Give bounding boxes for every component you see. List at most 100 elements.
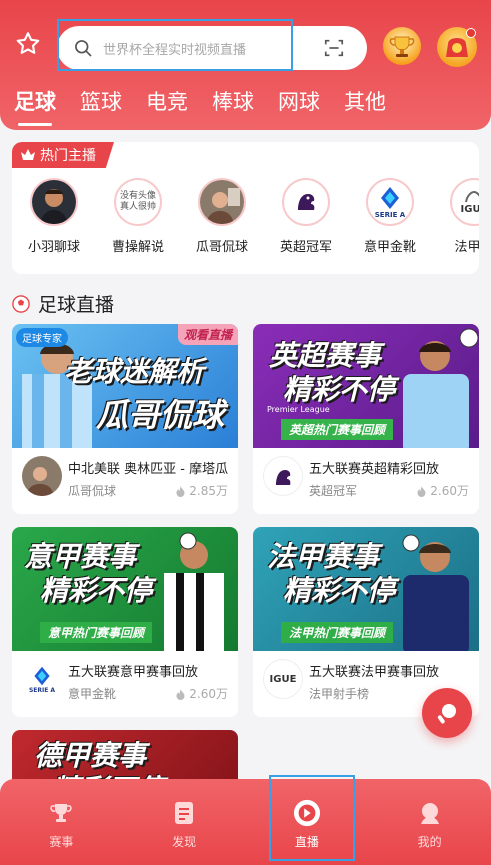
- host-avatar: SERIE A: [22, 659, 62, 699]
- tab-esports[interactable]: 电竞: [146, 86, 188, 116]
- notification-dot: [466, 28, 476, 38]
- nav-label: 发现: [172, 835, 197, 849]
- streamer-name: 英超冠军: [279, 240, 332, 255]
- whistle-icon: [437, 704, 456, 724]
- floating-whistle-button[interactable]: [422, 688, 472, 738]
- lucky-bag-icon[interactable]: [437, 27, 477, 67]
- premier-league-logo-icon: [276, 470, 291, 485]
- scan-icon[interactable]: [323, 37, 345, 59]
- tab-other[interactable]: 其他: [344, 86, 386, 116]
- video-info: SERIE A 五大联赛意甲赛事回放 意甲金靴 2.60万: [12, 651, 238, 717]
- expert-label: 足球专家: [16, 328, 68, 347]
- video-card[interactable]: 英超赛事 精彩不停 英超热门赛事回顾 Premier League 五大联赛英超…: [253, 324, 479, 514]
- view-count: 2.60万: [175, 685, 228, 702]
- thumb-strip: 英超热门赛事回顾: [281, 419, 394, 440]
- video-thumbnail[interactable]: 意甲赛事 精彩不停 意甲热门赛事回顾: [12, 527, 238, 651]
- tab-baseball[interactable]: 棒球: [212, 86, 254, 116]
- video-title: 五大联赛法甲赛事回放: [309, 665, 440, 680]
- avatar: [282, 178, 330, 226]
- fire-icon: [176, 485, 185, 497]
- search-icon: [75, 40, 92, 57]
- profile-nav-icon: [416, 799, 444, 827]
- hot-streamers-card: 热门主播 小羽聊球 没有头像 真人很帅 曹操解说 瓜哥侃球 英超冠军 SERIE…: [12, 142, 479, 274]
- streamer-item[interactable]: 瓜哥侃球: [180, 178, 264, 255]
- view-count: 2.85万: [175, 482, 228, 499]
- avatar: 没有头像 真人很帅: [114, 178, 162, 226]
- video-thumbnail[interactable]: 英超赛事 精彩不停 英超热门赛事回顾 Premier League: [253, 324, 479, 448]
- player-illustration: [402, 534, 469, 651]
- nav-matches[interactable]: 赛事: [0, 779, 123, 865]
- view-count-text: 2.60万: [430, 484, 469, 498]
- thumb-strip: 意甲热门赛事回顾: [40, 622, 153, 643]
- discover-nav-icon: [170, 799, 198, 827]
- avatar: [30, 178, 78, 226]
- avatar: IGUE: [450, 178, 479, 226]
- avatar: [198, 178, 246, 226]
- avatar-text: 没有头像 真人很帅: [120, 191, 157, 212]
- video-host: 英超冠军: [309, 484, 358, 498]
- streamer-item[interactable]: 小羽聊球: [12, 178, 96, 255]
- avatar-text: IGUE: [460, 203, 479, 215]
- video-host: 法甲射手榜: [309, 687, 370, 701]
- thumb-caption: Premier League: [267, 405, 330, 414]
- watch-live-badge: 观看直播: [177, 324, 238, 345]
- nav-label: 赛事: [49, 835, 74, 849]
- nav-label: 直播: [294, 835, 319, 849]
- streamer-item[interactable]: IGUE 法甲射: [432, 178, 479, 255]
- streamer-item[interactable]: SERIE A 意甲金靴: [348, 178, 432, 255]
- tab-tennis[interactable]: 网球: [278, 86, 320, 116]
- thumb-title-line2: 精彩不停: [283, 373, 396, 406]
- thumb-title-line2: 精彩不停: [283, 574, 396, 607]
- serie-a-logo-icon: [34, 666, 50, 685]
- play-nav-icon: [293, 799, 321, 827]
- thumb-title-line2: 精彩不停: [40, 574, 153, 607]
- nav-discover[interactable]: 发现: [123, 779, 246, 865]
- favorite-star-icon[interactable]: [14, 30, 42, 58]
- nav-profile[interactable]: 我的: [368, 779, 491, 865]
- video-info: 五大联赛英超精彩回放 英超冠军 2.60万: [253, 448, 479, 514]
- streamer-name: 法甲射: [454, 240, 479, 255]
- trophy-icon[interactable]: [383, 27, 421, 65]
- avatar-text: SERIE A: [374, 211, 406, 219]
- host-avatar: [263, 456, 303, 496]
- top-header: 世界杯全程实时视频直播 足球 篮球 电竞 棒球 网球 其他: [0, 0, 491, 130]
- premier-league-logo-icon: [288, 184, 324, 220]
- nav-live[interactable]: 直播: [246, 779, 369, 865]
- thumb-title-line1: 老球迷解析: [64, 355, 205, 388]
- video-host: 瓜哥侃球: [68, 484, 117, 498]
- trophy-nav-icon: [47, 799, 75, 827]
- fire-icon: [417, 485, 426, 497]
- football-live-section-header: 足球直播: [12, 290, 114, 317]
- football-icon: [12, 294, 30, 313]
- nav-label: 我的: [417, 835, 442, 849]
- avatar-text: SERIE A: [28, 686, 56, 694]
- video-thumbnail[interactable]: 法甲赛事 精彩不停 法甲热门赛事回顾: [253, 527, 479, 651]
- search-placeholder: 世界杯全程实时视频直播: [103, 42, 247, 58]
- crown-icon: [21, 149, 35, 160]
- serie-a-logo-icon: [381, 187, 399, 209]
- streamer-item[interactable]: 英超冠军: [264, 178, 348, 255]
- video-title: 中北美联 奥林匹亚 - 摩塔瓜: [68, 462, 229, 477]
- view-count-text: 2.85万: [189, 484, 228, 498]
- view-count: 2.60万: [416, 482, 469, 499]
- video-title: 五大联赛意甲赛事回放: [68, 665, 199, 680]
- streamer-name: 小羽聊球: [27, 240, 80, 255]
- ligue1-logo-icon: [465, 190, 479, 202]
- streamer-name: 曹操解说: [111, 240, 164, 255]
- tab-football[interactable]: 足球: [14, 86, 56, 126]
- sport-tabs: 足球 篮球 电竞 棒球 网球 其他: [14, 86, 410, 126]
- video-thumbnail[interactable]: 足球专家 观看直播 老球迷解析 瓜哥侃球: [12, 324, 238, 448]
- section-title: 足球直播: [38, 294, 115, 316]
- view-count-text: 2.60万: [189, 687, 228, 701]
- video-info: 中北美联 奥林匹亚 - 摩塔瓜 瓜哥侃球 2.85万: [12, 448, 238, 514]
- bottom-navigation: 赛事 发现 直播 我的: [0, 779, 491, 865]
- player-illustration: [164, 532, 224, 651]
- streamer-list: 小羽聊球 没有头像 真人很帅 曹操解说 瓜哥侃球 英超冠军 SERIE A 意甲…: [12, 178, 479, 255]
- video-card[interactable]: 意甲赛事 精彩不停 意甲热门赛事回顾 SERIE A 五大联赛意甲赛事回放 意甲…: [12, 527, 238, 717]
- video-card[interactable]: 足球专家 观看直播 老球迷解析 瓜哥侃球 中北美联 奥林匹亚 - 摩塔瓜 瓜哥侃…: [12, 324, 238, 514]
- tab-basketball[interactable]: 篮球: [80, 86, 122, 116]
- video-host: 意甲金靴: [68, 687, 117, 701]
- streamer-name: 意甲金靴: [363, 240, 416, 255]
- search-bar[interactable]: 世界杯全程实时视频直播: [57, 26, 367, 70]
- streamer-item[interactable]: 没有头像 真人很帅 曹操解说: [96, 178, 180, 255]
